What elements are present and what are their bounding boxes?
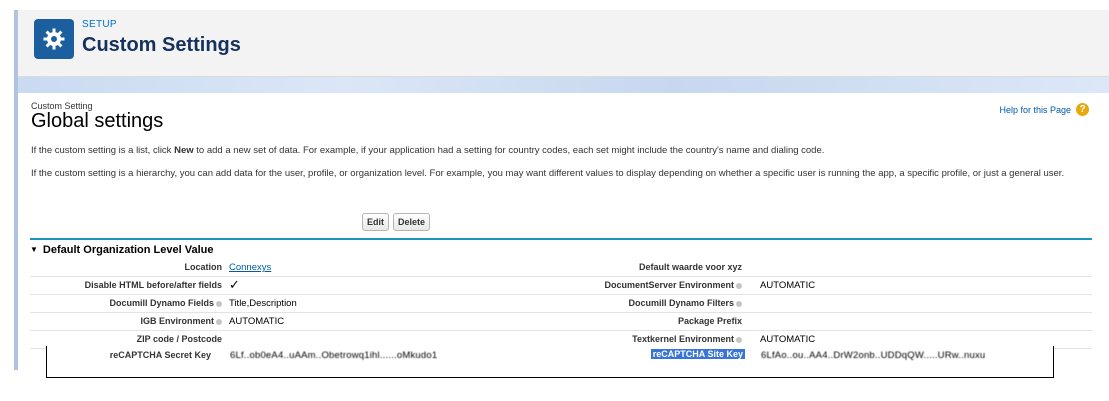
info-hierarchy-text: If the custom setting is a hierarchy, yo…	[31, 168, 1065, 179]
edit-button[interactable]: Edit	[362, 213, 389, 231]
info-text-part: to add a new set of data. For example, i…	[193, 145, 825, 156]
section-header[interactable]: ▼ Default Organization Level Value	[30, 238, 1092, 257]
recaptcha-site-value: 6LfAo..ou..AA4..DrW2onb..UDDqQW.....URw.…	[761, 350, 986, 361]
detail-row: Documill Dynamo Fields Title,Description…	[30, 295, 1092, 313]
setup-gear-icon	[34, 19, 74, 59]
default-waarde-label: Default waarde voor xyz	[638, 262, 742, 272]
help-hint-icon[interactable]	[216, 318, 222, 325]
help-hint-icon[interactable]	[216, 300, 222, 307]
section-title: Default Organization Level Value	[42, 243, 214, 256]
delete-button[interactable]: Delete	[393, 213, 431, 231]
location-link[interactable]: Connexys	[229, 262, 271, 273]
igb-label: IGB Environment	[140, 316, 222, 326]
help-hint-icon[interactable]	[736, 282, 742, 289]
header-eyebrow: SETUP	[82, 19, 117, 30]
detail-row: IGB Environment AUTOMATIC Package Prefix	[30, 313, 1092, 331]
decorative-band	[18, 77, 1109, 93]
help-hint-icon[interactable]	[736, 336, 742, 343]
page-header: SETUP Custom Settings	[18, 10, 1109, 77]
textkernel-value: AUTOMATIC	[760, 334, 816, 345]
detail-row: Disable HTML before/after fields ✓ Docum…	[30, 277, 1092, 295]
recaptcha-secret-value: 6Lf..ob0eA4..uAAm..Obetrowq1ihl......oMk…	[230, 350, 438, 361]
disable-html-label: Disable HTML before/after fields	[84, 280, 222, 290]
dynamo-fields-label-text: Documill Dynamo Fields	[109, 298, 214, 308]
main-content: Custom Setting Global settings Help for …	[18, 93, 1109, 393]
recaptcha-site-label: reCAPTCHA Site Key	[650, 349, 745, 359]
header-title: Custom Settings	[82, 34, 241, 56]
textkernel-label-text: Textkernel Environment	[632, 334, 734, 344]
zip-label: ZIP code / Postcode	[136, 334, 222, 344]
dynamo-filters-label: Documill Dynamo Filters	[628, 298, 742, 308]
help-link[interactable]: Help for this Page ?	[999, 103, 1089, 116]
info-new-keyword: New	[174, 145, 194, 156]
dynamo-filters-label-text: Documill Dynamo Filters	[628, 298, 734, 308]
collapse-triangle-icon[interactable]: ▼	[30, 245, 38, 254]
page-title: Global settings	[31, 110, 164, 132]
dynamo-fields-value: Title,Description	[229, 298, 297, 309]
help-icon[interactable]: ?	[1076, 103, 1089, 116]
help-link-label[interactable]: Help for this Page	[999, 105, 1071, 115]
igb-value: AUTOMATIC	[229, 316, 285, 327]
docserver-label-text: DocumentServer Environment	[604, 280, 734, 290]
info-list-text: If the custom setting is a list, click N…	[31, 145, 1101, 157]
button-bar: Edit Delete	[362, 213, 431, 231]
location-label: Location	[184, 262, 223, 272]
docserver-value: AUTOMATIC	[760, 280, 816, 291]
package-prefix-label: Package Prefix	[677, 316, 742, 326]
igb-label-text: IGB Environment	[140, 316, 214, 326]
checkmark-icon: ✓	[229, 277, 240, 292]
dynamo-fields-label: Documill Dynamo Fields	[109, 298, 222, 308]
detail-table: Location Connexys Default waarde voor xy…	[30, 259, 1092, 349]
detail-row: Location Connexys Default waarde voor xy…	[30, 259, 1092, 277]
docserver-label: DocumentServer Environment	[604, 280, 742, 290]
recaptcha-box: reCAPTCHA Secret Key 6Lf..ob0eA4..uAAm..…	[46, 346, 1054, 378]
help-hint-icon[interactable]	[736, 300, 742, 307]
recaptcha-secret-label: reCAPTCHA Secret Key	[109, 350, 211, 360]
textkernel-label: Textkernel Environment	[632, 334, 742, 344]
info-text-part: If the custom setting is a list, click	[31, 145, 175, 156]
